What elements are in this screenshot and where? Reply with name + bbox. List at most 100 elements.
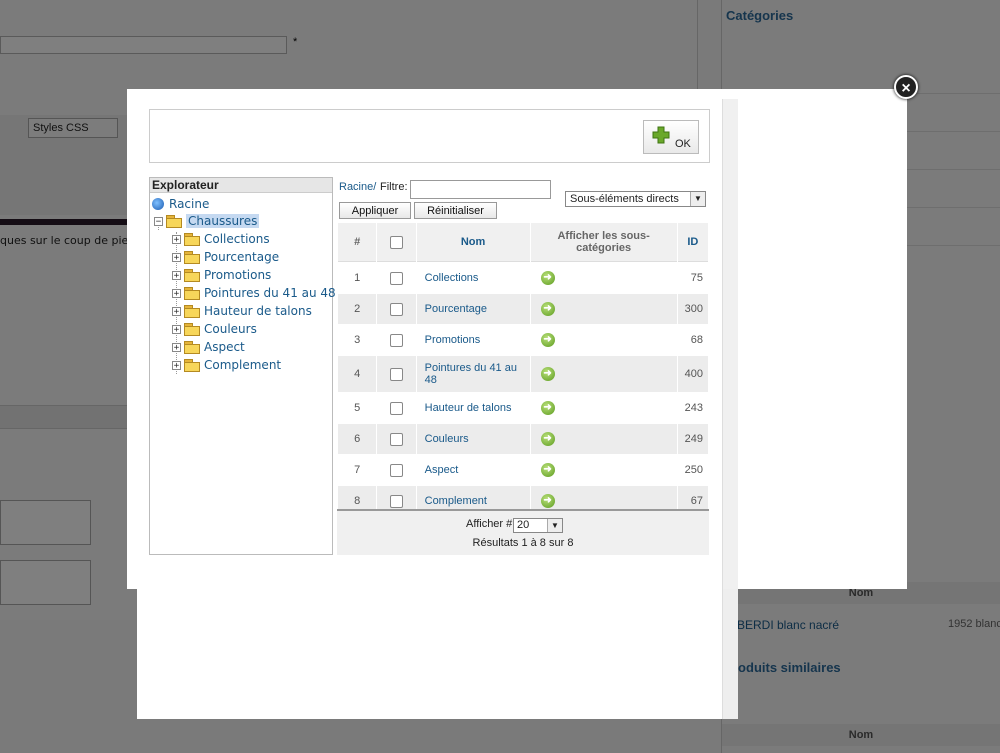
categories-table: # Nom Afficher les sous-catégories ID 1 …: [337, 222, 709, 517]
arrow-right-icon[interactable]: ➜: [540, 401, 555, 415]
column-header-nom[interactable]: Nom: [416, 223, 530, 262]
row-id: 400: [677, 356, 708, 392]
row-select-cell: [377, 424, 416, 454]
row-show-children: ➜: [530, 356, 677, 392]
table-row[interactable]: 2 Pourcentage ➜ 300: [338, 294, 708, 324]
tree-item-pointures[interactable]: + Pointures du 41 au 48: [172, 285, 336, 301]
row-checkbox[interactable]: [389, 367, 403, 381]
tree-root[interactable]: Racine: [152, 196, 209, 212]
tree-item-hauteur[interactable]: + Hauteur de talons: [172, 303, 312, 319]
tree-item-label[interactable]: Promotions: [204, 268, 271, 282]
row-id: 243: [677, 393, 708, 423]
row-checkbox[interactable]: [389, 302, 403, 316]
row-checkbox[interactable]: [389, 271, 403, 285]
close-icon[interactable]: ×: [894, 75, 918, 99]
tree-item-label[interactable]: Collections: [204, 232, 270, 246]
category-picker-modal: OK Explorateur Racine − Chaussures + Col…: [127, 89, 907, 589]
row-number: 2: [338, 294, 377, 324]
tree-item-collections[interactable]: + Collections: [172, 231, 270, 247]
row-name[interactable]: Aspect: [416, 455, 530, 485]
add-icon: [652, 126, 670, 144]
globe-icon: [152, 198, 164, 210]
row-select-cell: [377, 455, 416, 485]
tree-item-label[interactable]: Complement: [204, 358, 281, 372]
table-row[interactable]: 5 Hauteur de talons ➜ 243: [338, 393, 708, 423]
apply-button[interactable]: Appliquer: [339, 202, 411, 219]
row-checkbox[interactable]: [389, 432, 403, 446]
row-name[interactable]: Hauteur de talons: [416, 393, 530, 423]
expand-icon[interactable]: +: [172, 306, 181, 316]
row-id: 250: [677, 455, 708, 485]
page-size-label: Afficher #: [466, 518, 513, 530]
row-number: 5: [338, 393, 377, 423]
tree-item-label[interactable]: Aspect: [204, 340, 245, 354]
row-number: 6: [338, 424, 377, 454]
row-id: 68: [677, 325, 708, 355]
tree-root-label[interactable]: Racine: [169, 197, 209, 211]
arrow-right-icon[interactable]: ➜: [540, 367, 555, 381]
scope-select[interactable]: Sous-éléments directs ▼: [565, 191, 706, 207]
row-id: 300: [677, 294, 708, 324]
table-row[interactable]: 1 Collections ➜ 75: [338, 263, 708, 293]
ok-button[interactable]: OK: [643, 120, 699, 154]
folder-icon: [184, 287, 200, 300]
row-name[interactable]: Pourcentage: [416, 294, 530, 324]
page-size-select[interactable]: 20 ▼: [513, 518, 563, 533]
row-number: 4: [338, 356, 377, 392]
expand-icon[interactable]: +: [172, 234, 181, 244]
tree-item-couleurs[interactable]: + Couleurs: [172, 321, 257, 337]
table-row[interactable]: 3 Promotions ➜ 68: [338, 325, 708, 355]
table-row[interactable]: 6 Couleurs ➜ 249: [338, 424, 708, 454]
table-row[interactable]: 4 Pointures du 41 au 48 ➜ 400: [338, 356, 708, 392]
select-all-checkbox[interactable]: [389, 235, 403, 249]
expand-icon[interactable]: +: [172, 324, 181, 334]
breadcrumb-racine[interactable]: Racine/: [339, 181, 376, 193]
expand-icon[interactable]: +: [172, 270, 181, 280]
tree-item-aspect[interactable]: + Aspect: [172, 339, 245, 355]
arrow-right-icon[interactable]: ➜: [540, 302, 555, 316]
modal-inner-edge: [722, 99, 738, 589]
row-name[interactable]: Pointures du 41 au 48: [416, 356, 530, 392]
tree-item-label[interactable]: Chaussures: [186, 214, 260, 228]
row-id: 75: [677, 263, 708, 293]
expand-icon[interactable]: +: [172, 342, 181, 352]
expand-icon[interactable]: +: [172, 360, 181, 370]
arrow-right-icon[interactable]: ➜: [540, 333, 555, 347]
row-select-cell: [377, 294, 416, 324]
reset-button[interactable]: Réinitialiser: [414, 202, 497, 219]
row-checkbox[interactable]: [389, 333, 403, 347]
row-number: 7: [338, 455, 377, 485]
row-name[interactable]: Couleurs: [416, 424, 530, 454]
arrow-right-icon[interactable]: ➜: [540, 494, 555, 508]
row-checkbox[interactable]: [389, 463, 403, 477]
collapse-icon[interactable]: −: [154, 216, 163, 226]
filter-input[interactable]: [410, 180, 551, 199]
table-row[interactable]: 7 Aspect ➜ 250: [338, 455, 708, 485]
tree-item-chaussures[interactable]: − Chaussures: [154, 213, 260, 229]
tree-item-complement[interactable]: + Complement: [172, 357, 281, 373]
arrow-right-icon[interactable]: ➜: [540, 432, 555, 446]
row-show-children: ➜: [530, 455, 677, 485]
row-checkbox[interactable]: [389, 401, 403, 415]
tree-item-label[interactable]: Pointures du 41 au 48: [204, 286, 336, 300]
row-checkbox[interactable]: [389, 494, 403, 508]
column-header-afficher: Afficher les sous-catégories: [530, 223, 677, 262]
page-size-value: 20: [517, 519, 530, 531]
row-name[interactable]: Promotions: [416, 325, 530, 355]
folder-open-icon: [166, 215, 182, 228]
row-name[interactable]: Collections: [416, 263, 530, 293]
tree-item-pourcentage[interactable]: + Pourcentage: [172, 249, 279, 265]
tree-item-label[interactable]: Couleurs: [204, 322, 257, 336]
tree-item-label[interactable]: Hauteur de talons: [204, 304, 312, 318]
arrow-right-icon[interactable]: ➜: [540, 271, 555, 285]
row-select-cell: [377, 263, 416, 293]
folder-icon: [184, 323, 200, 336]
expand-icon[interactable]: +: [172, 288, 181, 298]
tree-item-label[interactable]: Pourcentage: [204, 250, 279, 264]
folder-icon: [184, 251, 200, 264]
arrow-right-icon[interactable]: ➜: [540, 463, 555, 477]
expand-icon[interactable]: +: [172, 252, 181, 262]
results-summary: Résultats 1 à 8 sur 8: [472, 537, 574, 549]
tree-item-promotions[interactable]: + Promotions: [172, 267, 271, 283]
column-header-id[interactable]: ID: [677, 223, 708, 262]
